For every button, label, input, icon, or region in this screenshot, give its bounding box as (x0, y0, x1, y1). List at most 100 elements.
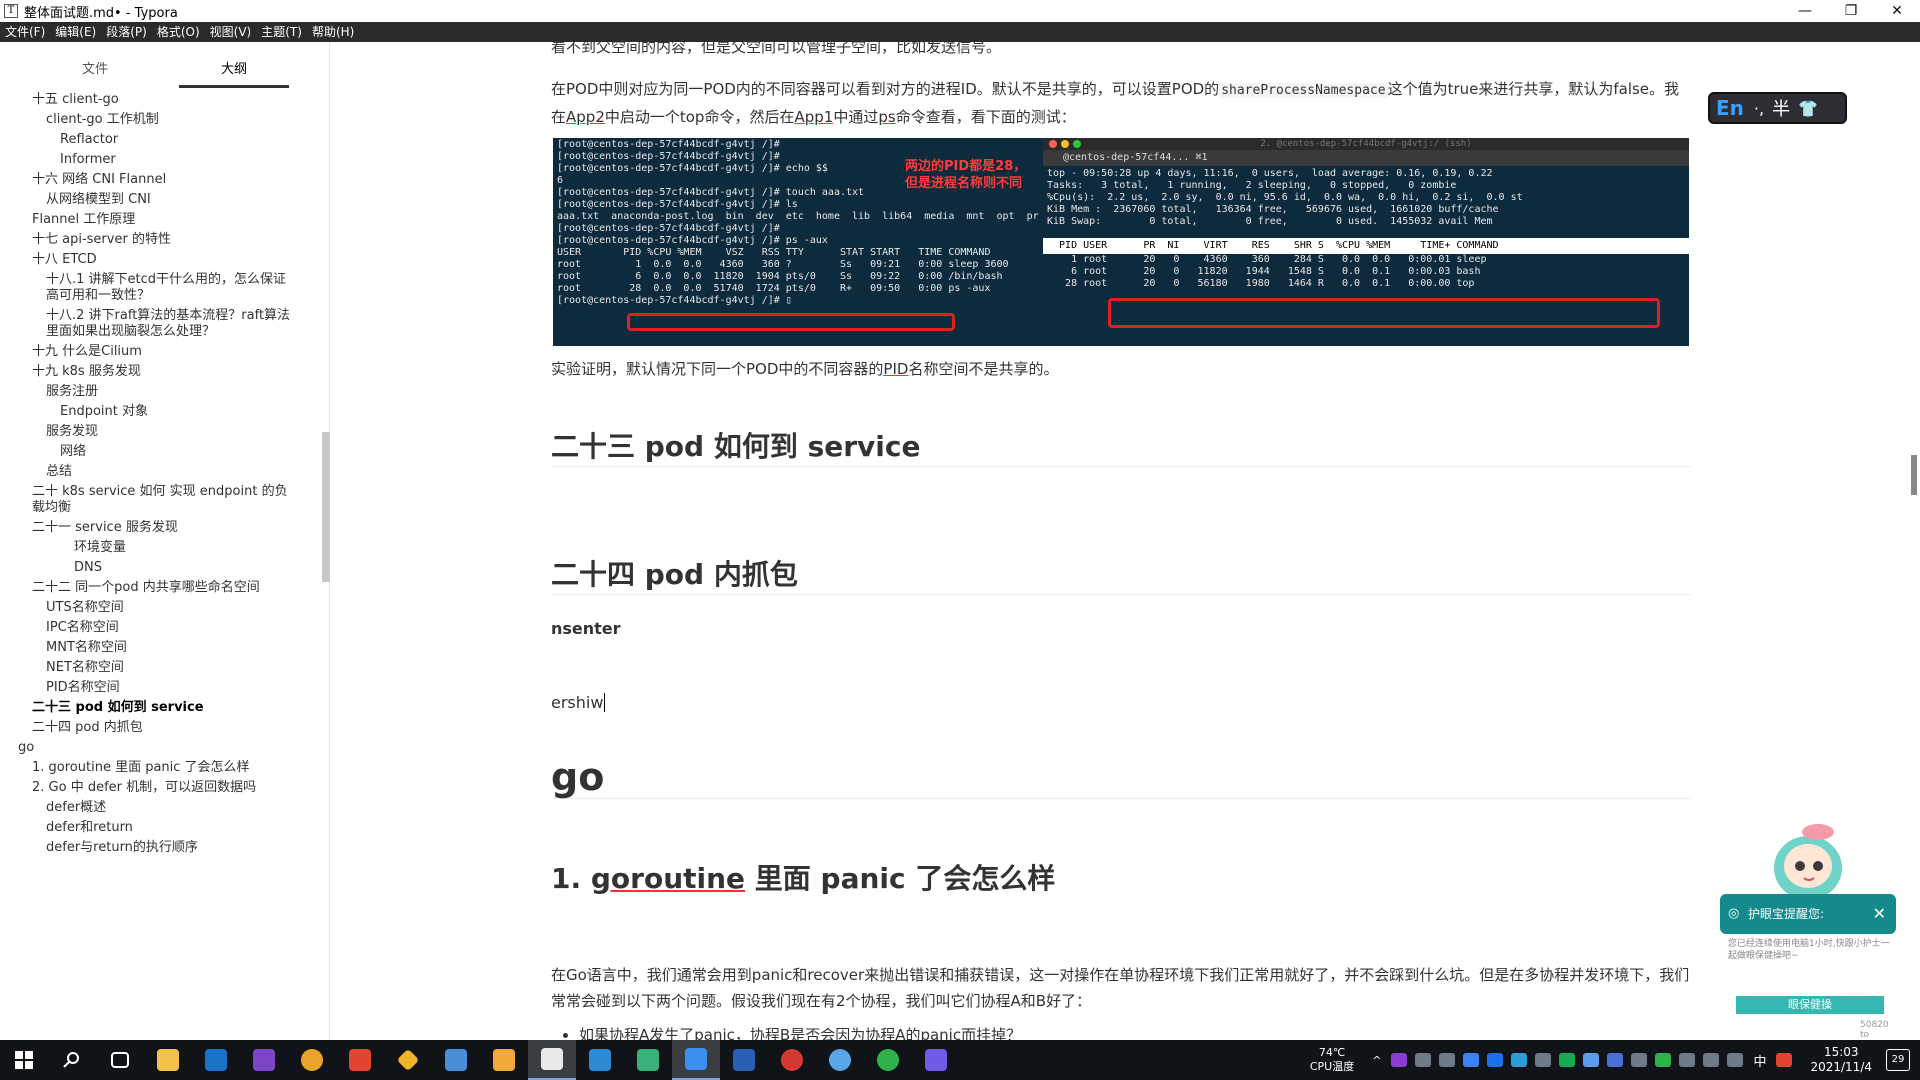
taskbar-chrome[interactable] (288, 1040, 336, 1080)
outline-item[interactable]: 网络 (0, 442, 322, 462)
outline-item[interactable]: DNS (0, 558, 322, 578)
ime-punct-icon[interactable]: ·, (1754, 99, 1764, 118)
outline-item[interactable]: 1. goroutine 里面 panic 了会怎么样 (0, 758, 322, 778)
tray-feishu-icon[interactable] (1583, 1053, 1600, 1067)
volume-icon[interactable] (1727, 1053, 1744, 1067)
tray-input-icon[interactable] (1679, 1053, 1696, 1067)
tray-cloud-icon[interactable] (1511, 1053, 1528, 1067)
folder-icon (157, 1049, 179, 1071)
outline-item[interactable]: Flannel 工作原理 (0, 210, 322, 230)
menu-help[interactable]: 帮助(H) (307, 22, 359, 42)
outline-item[interactable]: 服务发现 (0, 422, 322, 442)
minimize-button[interactable]: — (1782, 0, 1828, 22)
tab-outline[interactable]: 大纲 (179, 52, 289, 88)
outline-item[interactable]: Endpoint 对象 (0, 402, 322, 422)
ime-skin-icon[interactable]: 👕 (1798, 99, 1818, 118)
bluetooth-icon[interactable] (1487, 1053, 1504, 1067)
taskbar-android-studio[interactable] (624, 1040, 672, 1080)
outline-item[interactable]: go (0, 738, 322, 758)
tray-sync-icon[interactable] (1607, 1053, 1624, 1067)
outline-item[interactable]: 二十三 pod 如何到 service (0, 698, 322, 718)
taskbar-git-tool[interactable] (384, 1040, 432, 1080)
outline-item[interactable]: client-go 工作机制 (0, 110, 322, 130)
taskbar-visual-studio[interactable] (240, 1040, 288, 1080)
tray-shield-icon[interactable] (1463, 1053, 1480, 1067)
menu-paragraph[interactable]: 段落(P) (101, 22, 152, 42)
outline-item[interactable]: 十九 什么是Cilium (0, 342, 322, 362)
outline-item[interactable]: 十八.2 讲下raft算法的基本流程？raft算法里面如果出现脑裂怎么处理？ (0, 306, 322, 342)
outline-item[interactable]: Reflactor (0, 130, 322, 150)
outline-item[interactable]: 从网络模型到 CNI (0, 190, 322, 210)
taskbar-word[interactable] (720, 1040, 768, 1080)
taskbar-wechat[interactable] (864, 1040, 912, 1080)
outline-item[interactable]: 二十四 pod 内抓包 (0, 718, 322, 738)
outline-item[interactable]: defer和return (0, 818, 322, 838)
taskbar-vscode[interactable] (576, 1040, 624, 1080)
taskbar-feishu[interactable] (672, 1040, 720, 1080)
eye-exercise-button[interactable]: 眼保健操 (1736, 996, 1884, 1014)
outline-item[interactable]: 总结 (0, 462, 322, 482)
outline-item[interactable]: IPC名称空间 (0, 618, 322, 638)
git-icon (396, 1048, 420, 1072)
network-icon[interactable] (1703, 1053, 1720, 1067)
taskbar-typora[interactable] (528, 1040, 576, 1080)
notification-center-button[interactable]: 29 (1886, 1049, 1910, 1071)
taskbar-outlook[interactable] (192, 1040, 240, 1080)
outline-item[interactable]: defer与return的执行顺序 (0, 838, 322, 858)
outline-item[interactable]: 十六 网络 CNI Flannel (0, 170, 322, 190)
menu-format[interactable]: 格式(O) (152, 22, 205, 42)
menu-view[interactable]: 视图(V) (205, 22, 257, 42)
taskbar-tick[interactable] (816, 1040, 864, 1080)
outline-item[interactable]: 十八.1 讲解下etcd干什么用的，怎么保证高可用和一致性？ (0, 270, 322, 306)
typing-line[interactable]: ershiw (551, 690, 606, 716)
menu-file[interactable]: 文件(F) (0, 22, 50, 42)
outline-item[interactable]: 十七 api-server 的特性 (0, 230, 322, 250)
search-button[interactable] (48, 1040, 96, 1080)
close-button[interactable]: ✕ (1874, 0, 1920, 22)
taskbar-notes[interactable] (480, 1040, 528, 1080)
menu-theme[interactable]: 主题(T) (256, 22, 307, 42)
taskbar-goland[interactable] (912, 1040, 960, 1080)
taskbar-remote-desktop[interactable] (432, 1040, 480, 1080)
ime-mode[interactable]: En (1716, 96, 1744, 120)
outline-item[interactable]: 十五 client-go (0, 90, 322, 110)
tray-v-icon[interactable] (1391, 1053, 1408, 1067)
outline-item[interactable]: 二十二 同一个pod 内共享哪些命名空间 (0, 578, 322, 598)
restore-button[interactable]: ❐ (1828, 0, 1874, 22)
tray-office-icon[interactable] (1415, 1053, 1432, 1067)
outline-item[interactable]: Informer (0, 150, 322, 170)
outline-item[interactable]: 十九 k8s 服务发现 (0, 362, 322, 382)
ime-tray-indicator[interactable]: 中 (1753, 1051, 1766, 1070)
clock[interactable]: 15:03 2021/11/4 (1810, 1045, 1872, 1075)
menu-edit[interactable]: 编辑(E) (50, 22, 101, 42)
outline-item[interactable]: 二十 k8s service 如何 实现 endpoint 的负载均衡 (0, 482, 322, 518)
outline-item[interactable]: 2. Go 中 defer 机制，可以返回数据吗 (0, 778, 322, 798)
taskbar-netease-music[interactable] (768, 1040, 816, 1080)
ime-width-toggle[interactable]: 半 (1772, 95, 1790, 121)
outline-item[interactable]: 环境变量 (0, 538, 322, 558)
eye-care-close-button[interactable]: ✕ (1873, 894, 1886, 934)
tray-wechat-icon[interactable] (1655, 1053, 1672, 1067)
chevron-up-icon[interactable]: ^ (1372, 1054, 1381, 1067)
outline-item[interactable]: NET名称空间 (0, 658, 322, 678)
taskbar-xmind[interactable] (336, 1040, 384, 1080)
outline-item[interactable]: 服务注册 (0, 382, 322, 402)
editor-scrollbar[interactable] (1911, 455, 1917, 495)
sidebar-scrollbar[interactable] (322, 432, 330, 582)
outline-item[interactable]: 二十一 service 服务发现 (0, 518, 322, 538)
tray-screen-icon[interactable] (1535, 1053, 1552, 1067)
tray-box-icon[interactable] (1439, 1053, 1456, 1067)
tab-files[interactable]: 文件 (40, 52, 150, 88)
ime-toolbar[interactable]: En ·, 半 👕 (1708, 92, 1847, 124)
outline-item[interactable]: 十八 ETCD (0, 250, 322, 270)
outline-item[interactable]: defer概述 (0, 798, 322, 818)
tray-green-icon[interactable] (1559, 1053, 1576, 1067)
outline-item[interactable]: UTS名称空间 (0, 598, 322, 618)
taskbar-explorer[interactable] (144, 1040, 192, 1080)
start-button[interactable] (0, 1040, 48, 1080)
outline-item[interactable]: PID名称空间 (0, 678, 322, 698)
task-view-button[interactable] (96, 1040, 144, 1080)
tray-antivirus-icon[interactable] (1776, 1053, 1793, 1067)
tray-file-icon[interactable] (1631, 1053, 1648, 1067)
outline-item[interactable]: MNT名称空间 (0, 638, 322, 658)
